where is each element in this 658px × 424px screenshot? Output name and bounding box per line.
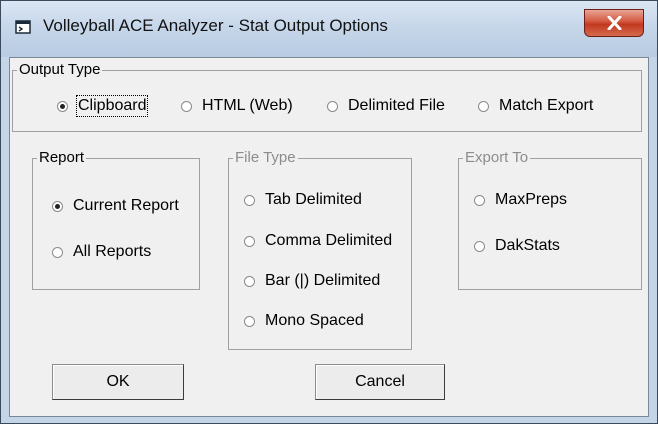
output-type-group: Output Type Clipboard HTML (Web) Delimit… xyxy=(12,61,642,132)
close-icon xyxy=(607,16,622,30)
radio-match-export-label: Match Export xyxy=(499,97,594,114)
cancel-button[interactable]: Cancel xyxy=(315,364,445,400)
radio-current-report-label: Current Report xyxy=(73,197,179,214)
radio-dakstats-indicator xyxy=(474,240,485,252)
radio-html-web[interactable]: HTML (Web) xyxy=(181,97,293,115)
report-legend: Report xyxy=(37,149,87,166)
window-title: Volleyball ACE Analyzer - Stat Output Op… xyxy=(43,16,388,35)
output-type-legend: Output Type xyxy=(17,61,103,78)
export-to-group: Export To MaxPreps DakStats xyxy=(458,149,642,290)
radio-bar-delimited-label: Bar (|) Delimited xyxy=(265,272,381,289)
radio-dakstats[interactable]: DakStats xyxy=(474,237,560,255)
radio-all-reports-indicator xyxy=(52,246,63,258)
export-to-legend: Export To xyxy=(463,149,531,166)
radio-all-reports-label: All Reports xyxy=(73,243,152,260)
radio-delimited-file-label: Delimited File xyxy=(348,97,445,114)
ok-button[interactable]: OK xyxy=(52,364,184,400)
radio-maxpreps-label: MaxPreps xyxy=(495,191,568,208)
radio-clipboard[interactable]: Clipboard xyxy=(57,95,149,117)
radio-current-report[interactable]: Current Report xyxy=(52,197,179,215)
radio-bar-delimited-indicator xyxy=(244,275,255,287)
report-group: Report Current Report All Reports xyxy=(32,149,200,290)
radio-bar-delimited[interactable]: Bar (|) Delimited xyxy=(244,272,380,290)
dialog-window: Volleyball ACE Analyzer - Stat Output Op… xyxy=(0,0,658,424)
close-button[interactable] xyxy=(584,9,644,37)
radio-mono-spaced-label: Mono Spaced xyxy=(265,312,364,329)
title-bar[interactable]: Volleyball ACE Analyzer - Stat Output Op… xyxy=(1,1,657,57)
radio-clipboard-indicator xyxy=(57,100,68,112)
file-type-group: File Type Tab Delimited Comma Delimited … xyxy=(228,149,412,350)
dialog-client-area: Output Type Clipboard HTML (Web) Delimit… xyxy=(9,57,649,417)
radio-comma-delimited-indicator xyxy=(244,235,255,247)
radio-html-web-indicator xyxy=(181,100,192,112)
radio-tab-delimited-label: Tab Delimited xyxy=(265,191,362,208)
radio-match-export[interactable]: Match Export xyxy=(478,97,593,115)
radio-tab-delimited[interactable]: Tab Delimited xyxy=(244,191,362,209)
radio-tab-delimited-indicator xyxy=(244,194,255,206)
radio-clipboard-label: Clipboard xyxy=(75,95,149,117)
radio-all-reports[interactable]: All Reports xyxy=(52,243,151,261)
app-window-icon xyxy=(15,20,31,34)
radio-html-web-label: HTML (Web) xyxy=(202,97,293,114)
radio-mono-spaced[interactable]: Mono Spaced xyxy=(244,312,364,330)
radio-current-report-indicator xyxy=(52,200,63,212)
radio-comma-delimited[interactable]: Comma Delimited xyxy=(244,232,392,250)
radio-maxpreps-indicator xyxy=(474,194,485,206)
radio-comma-delimited-label: Comma Delimited xyxy=(265,232,393,249)
radio-mono-spaced-indicator xyxy=(244,315,255,327)
radio-delimited-file-indicator xyxy=(327,100,338,112)
radio-dakstats-label: DakStats xyxy=(495,237,560,254)
radio-match-export-indicator xyxy=(478,100,489,112)
radio-delimited-file[interactable]: Delimited File xyxy=(327,97,445,115)
radio-maxpreps[interactable]: MaxPreps xyxy=(474,191,567,209)
file-type-legend: File Type xyxy=(233,149,298,166)
